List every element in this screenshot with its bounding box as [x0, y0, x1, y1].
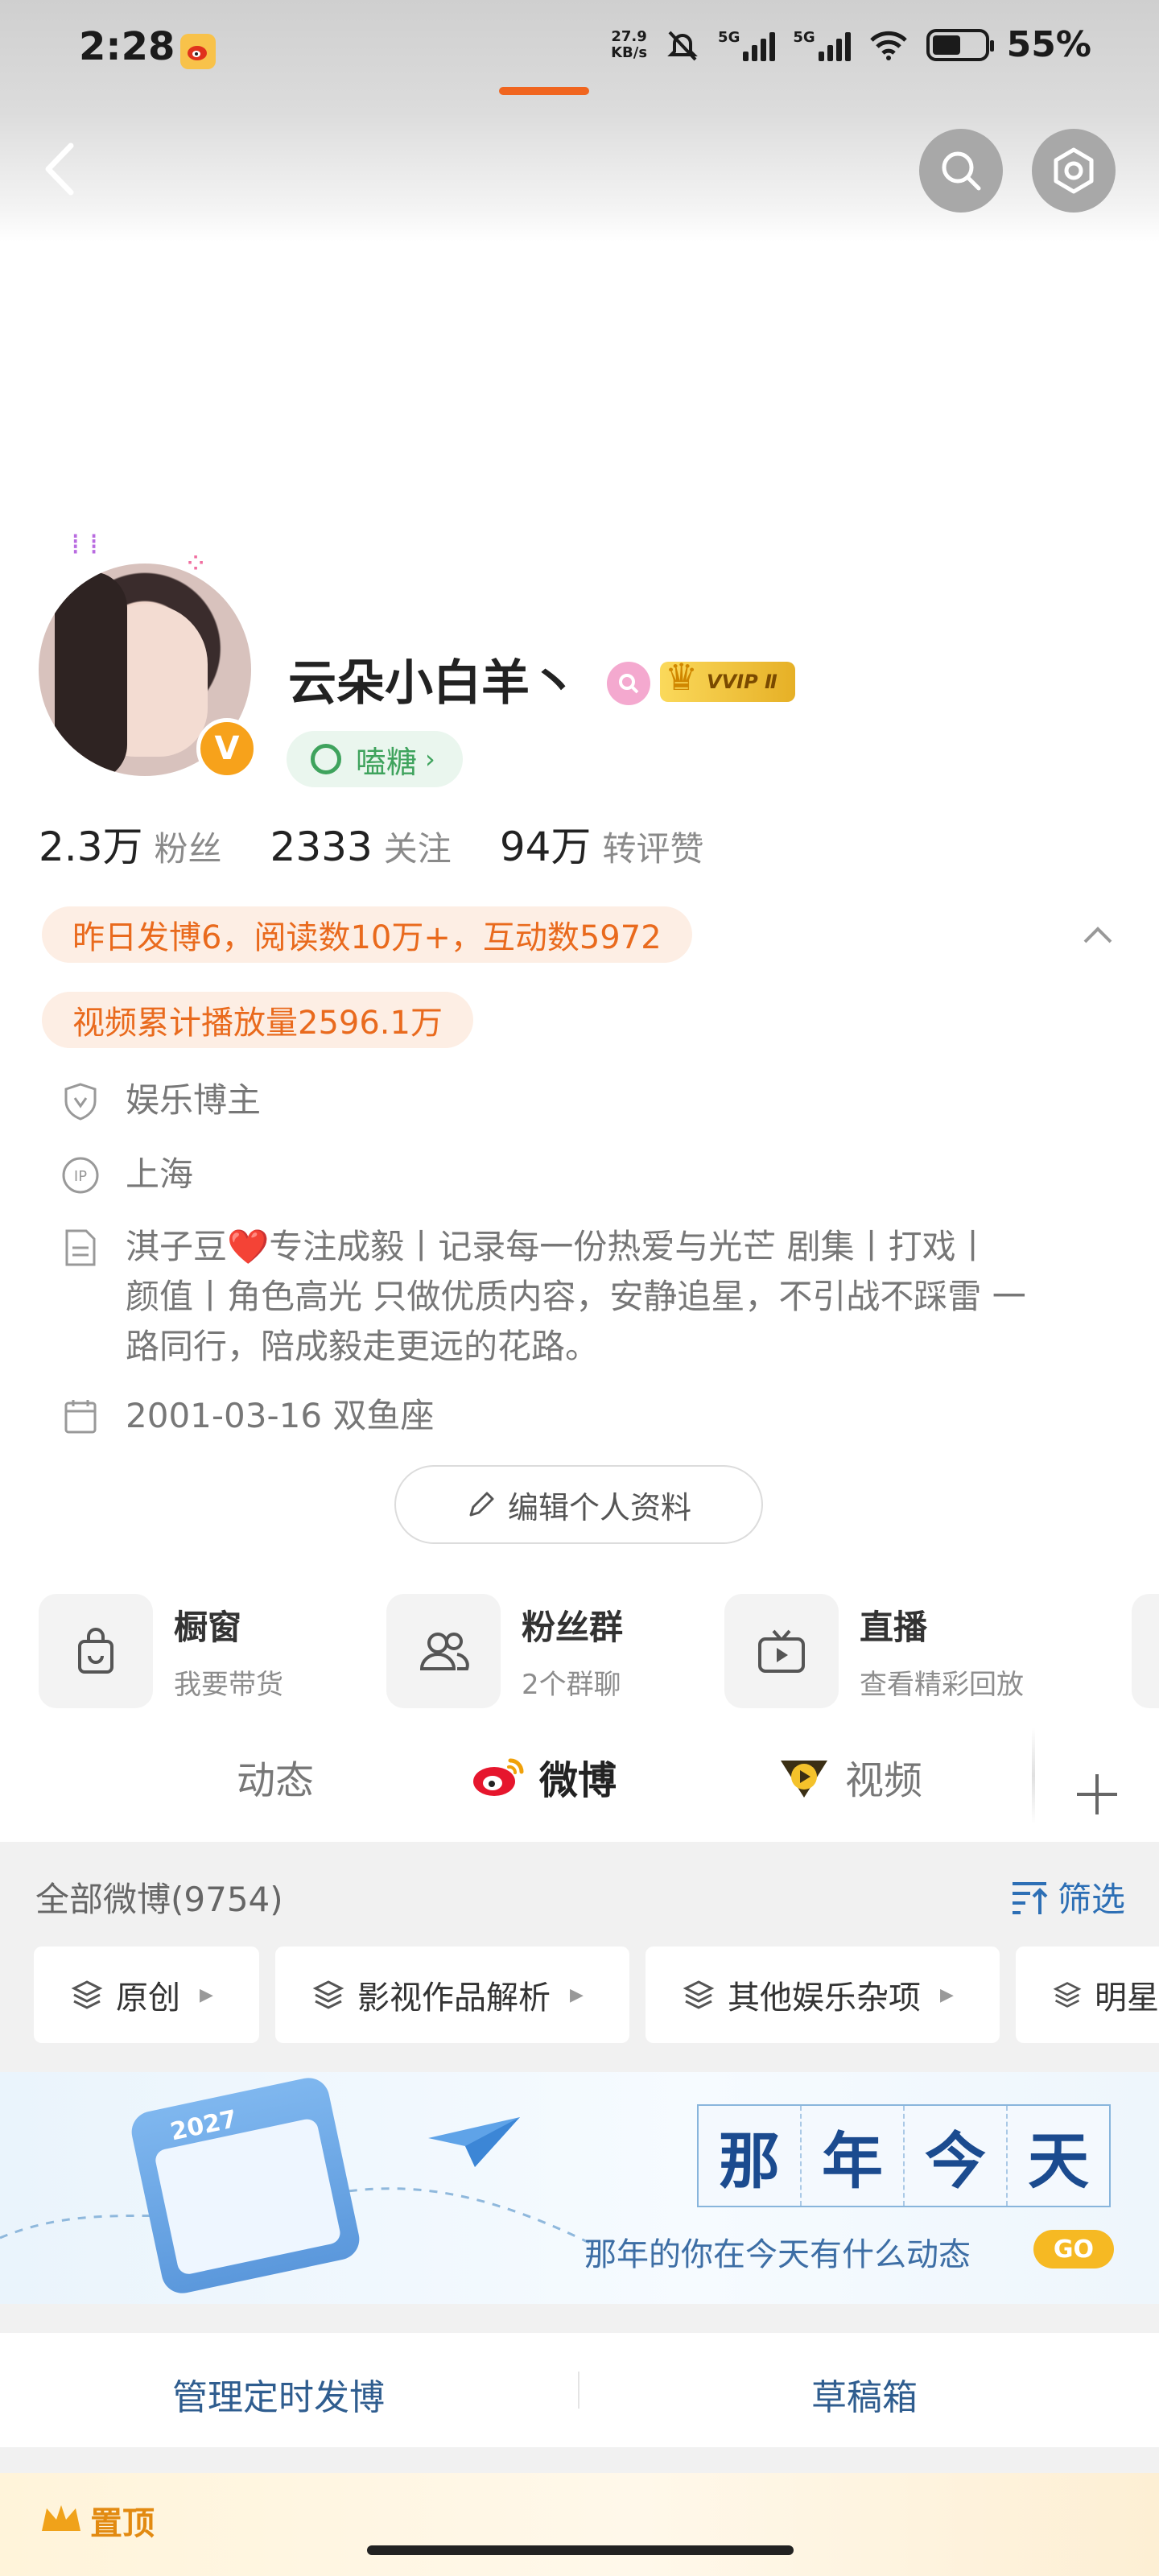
video-play-icon: [781, 1761, 827, 1798]
sim2-signal: 5G: [793, 29, 851, 61]
add-tab-plus-icon[interactable]: [1074, 1771, 1120, 1818]
search-icon: [942, 151, 981, 191]
username: 云朵小白羊丶: [288, 655, 578, 712]
paper-plane-icon: [428, 2117, 520, 2167]
weibo-notification-icon: [180, 34, 216, 69]
chevron-left-icon: [45, 142, 74, 196]
back-button[interactable]: [35, 137, 84, 201]
video-plays-pill[interactable]: 视频累计播放量2596.1万: [42, 992, 473, 1048]
category-row: 娱乐博主: [60, 1075, 261, 1125]
banner-subtitle: 那年的你在今天有什么动态: [584, 2236, 971, 2273]
filter-button[interactable]: 筛选: [1009, 1872, 1125, 1922]
feature-shop-window[interactable]: 橱窗 我要带货: [39, 1594, 283, 1708]
weibo-logo-icon: [473, 1758, 524, 1796]
layers-icon: [1053, 1982, 1082, 2008]
member-badge-icon[interactable]: [607, 662, 650, 705]
bio-row: 淇子豆❤️专注成毅丨记录每一份热爱与光芒 剧集丨打戏丨 颜值丨角色高光 只做优质…: [60, 1222, 1148, 1372]
shield-icon: [60, 1080, 101, 1122]
group-icon: [386, 1594, 501, 1708]
tag-pill[interactable]: 嗑糖 ›: [287, 731, 463, 787]
triangle-right-icon: ▶: [200, 1984, 213, 2005]
stat-following[interactable]: 2333 关注: [270, 822, 452, 871]
triangle-right-icon: ▶: [570, 1984, 584, 2005]
banner-go-button[interactable]: GO: [1033, 2230, 1114, 2268]
battery-icon: [926, 28, 994, 61]
wifi-icon: [869, 31, 907, 60]
daily-stats-pill[interactable]: 昨日发博6，阅读数10万+，互动数5972: [42, 906, 692, 963]
shopping-bag-icon: [39, 1594, 153, 1708]
active-tab-indicator: [499, 87, 589, 95]
chevron-up-icon[interactable]: [1082, 919, 1114, 952]
network-speed: 27.9 KB/s: [611, 27, 648, 61]
feature-more-card[interactable]: [1132, 1594, 1159, 1708]
status-indicators: 27.9 KB/s 5G 5G 55%: [611, 24, 1091, 65]
tag-label: 嗑糖: [356, 744, 418, 780]
feature-live[interactable]: 直播 查看精彩回放: [724, 1594, 1024, 1708]
sparkle-decoration: ⁞ ⁞: [71, 528, 99, 561]
battery-percent: 55%: [1006, 24, 1091, 65]
calendar-icon: [60, 1396, 101, 1438]
pencil-icon: [469, 1492, 494, 1517]
stat-followers[interactable]: 2.3万 粉丝: [39, 815, 222, 873]
ip-icon: IP: [60, 1154, 101, 1196]
tv-play-icon: [724, 1594, 839, 1708]
feature-fan-group[interactable]: 粉丝群 2个群聊: [386, 1594, 623, 1708]
on-this-day-title: 那 年 今 天: [697, 2104, 1111, 2207]
tab-dynamics[interactable]: 动态: [237, 1748, 314, 1805]
vvip-badge[interactable]: VVIP Ⅱ: [660, 655, 795, 702]
search-button[interactable]: [919, 129, 1003, 213]
sim1-signal: 5G: [718, 29, 776, 61]
profile-stats: 2.3万 粉丝 2333 关注 94万 转评赞: [39, 815, 703, 873]
manage-scheduled-posts-button[interactable]: 管理定时发博: [172, 2368, 385, 2420]
verified-v-icon: V: [196, 718, 258, 779]
row-divider: [578, 2372, 580, 2409]
avatar[interactable]: ⁞ ⁞ ⁘ V: [39, 528, 258, 782]
tab-divider: [1032, 1728, 1035, 1824]
edit-profile-button[interactable]: 编辑个人资料: [394, 1465, 763, 1544]
triangle-right-icon: ▶: [940, 1984, 954, 2005]
stat-interactions[interactable]: 94万 转评赞: [500, 815, 704, 873]
filter-sort-icon: [1012, 1881, 1048, 1914]
tab-weibo[interactable]: 微博: [470, 1748, 617, 1805]
svg-text:IP: IP: [74, 1168, 87, 1185]
gear-icon: [1054, 147, 1094, 194]
post-management-row: 管理定时发博 草稿箱: [0, 2333, 1159, 2447]
layers-icon: [683, 1980, 715, 2009]
filter-chip-film-analysis[interactable]: 影视作品解析 ▶: [275, 1946, 629, 2043]
pinned-label: 置顶: [90, 2505, 155, 2542]
layers-icon: [312, 1980, 344, 2009]
lollipop-icon: [311, 744, 341, 774]
document-icon: [60, 1227, 101, 1269]
ip-location-row: IP 上海: [60, 1150, 193, 1199]
home-indicator[interactable]: [367, 2545, 794, 2555]
all-posts-count: 全部微博(9754): [35, 1880, 283, 1919]
drafts-button[interactable]: 草稿箱: [811, 2368, 918, 2420]
chevron-right-icon: ›: [425, 744, 435, 774]
profile-tabs: 动态 微博 视频: [0, 1731, 1159, 1835]
filter-chip-celebrity[interactable]: 明星: [1016, 1946, 1159, 2043]
status-time: 2:28: [79, 24, 175, 69]
mute-bell-icon: [667, 31, 698, 60]
birthday-row: 2001-03-16 双鱼座: [60, 1391, 434, 1441]
crown-icon: [42, 2505, 80, 2531]
layers-icon: [71, 1980, 103, 2009]
filter-chip-other-entertainment[interactable]: 其他娱乐杂项 ▶: [645, 1946, 1000, 2043]
bio-text: 淇子豆❤️专注成毅丨记录每一份热爱与光芒 剧集丨打戏丨 颜值丨角色高光 只做优质…: [126, 1227, 1026, 1366]
pinned-post-header: [0, 2473, 1159, 2576]
settings-button[interactable]: [1032, 129, 1116, 213]
tab-video[interactable]: 视频: [776, 1748, 922, 1805]
filter-chip-original[interactable]: 原创 ▶: [34, 1946, 259, 2043]
